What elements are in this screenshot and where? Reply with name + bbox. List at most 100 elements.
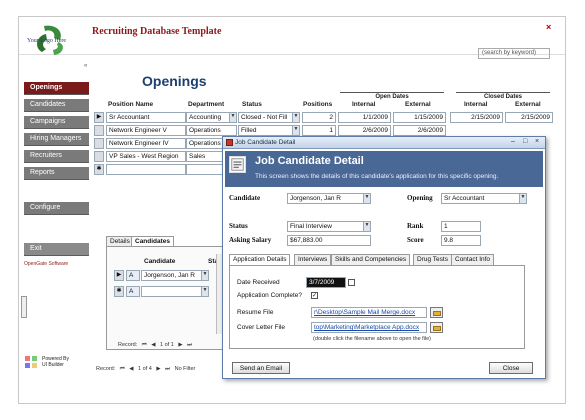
table-row-position[interactable]: Sr Accountant [106,112,186,123]
chevron-down-icon[interactable]: ▼ [519,194,526,203]
table-row-open-internal[interactable]: 1/1/2009 [338,112,391,123]
col-closed-internal: Internal [464,101,488,108]
table-row-status[interactable]: Filled [238,125,300,136]
chevron-down-icon[interactable]: ▼ [363,194,370,203]
dialog-titlebar[interactable]: Job Candidate Detail [223,137,545,149]
table-row-position[interactable]: Network Engineer IV [106,138,186,149]
app-close-icon[interactable]: × [546,22,551,32]
next-record-icon[interactable]: ▶ [156,366,160,372]
app-title: Recruiting Database Template [92,26,222,37]
sidebar-item-exit[interactable]: Exit [24,243,89,256]
chevron-down-icon[interactable]: ▼ [229,113,236,122]
minimize-icon[interactable]: – [511,138,515,145]
prev-record-icon[interactable]: ◀ [151,342,155,348]
status-field[interactable]: Final Interview [287,221,371,232]
last-record-icon[interactable]: ⏭ [187,342,192,348]
candidate-row-icon[interactable]: A [126,286,140,297]
table-row-positions[interactable]: 1 [302,125,336,136]
opengate-link[interactable]: OpenGate Software [24,261,68,267]
row-selector-current[interactable]: ▶ [94,112,104,123]
chevron-down-icon[interactable]: ▼ [292,113,299,122]
score-label: Score [407,236,424,244]
calendar-icon[interactable] [348,279,355,286]
opening-field[interactable]: Sr Accountant [441,193,527,204]
chevron-down-icon[interactable]: ▼ [292,126,299,135]
first-record-icon[interactable]: ⏮ [120,366,125,372]
last-record-icon[interactable]: ⏭ [165,366,170,372]
send-email-button[interactable]: Send an Email [232,362,290,374]
folder-icon[interactable] [430,307,443,318]
row-selector[interactable] [94,125,104,136]
table-row-closed-internal[interactable]: 2/15/2009 [450,112,503,123]
sub-row-selector-new[interactable]: ✱ [114,286,124,297]
close-button[interactable]: Close [489,362,533,374]
search-input[interactable]: (search by keyword) [478,48,550,59]
sidebar-item-candidates[interactable]: Candidates [24,99,89,112]
table-row-closed-external[interactable]: 2/15/2009 [505,112,553,123]
row-selector[interactable] [94,151,104,162]
chevron-down-icon[interactable]: ▼ [201,271,208,280]
tab-details[interactable]: Details [106,236,134,246]
table-row-open-internal[interactable]: 2/6/2009 [338,125,391,136]
folder-icon[interactable] [430,322,443,333]
asking-salary-field[interactable]: $67,883.00 [287,235,371,246]
table-row-position-new[interactable] [106,164,186,175]
tab-contact-info[interactable]: Contact Info [451,254,495,265]
score-field[interactable]: 9.8 [441,235,481,246]
tab-interviews[interactable]: Interviews [294,254,332,265]
cover-letter-label: Cover Letter File [237,324,286,331]
status-label: Status [229,222,248,230]
maximize-icon[interactable]: □ [523,138,527,145]
open-dates-header: Open Dates [340,92,444,100]
dialog-subtitle: This screen shows the details of this ca… [255,173,499,180]
rank-field[interactable]: 1 [441,221,481,232]
table-row-position[interactable]: VP Sales - West Region [106,151,186,162]
collapse-sidebar-icon[interactable]: « [84,63,87,69]
sidebar-item-campaigns[interactable]: Campaigns [24,116,89,129]
rank-label: Rank [407,222,424,230]
row-selector-new[interactable]: ✱ [94,164,104,175]
powered-line-2: UI Builder [42,362,64,368]
chevron-down-icon[interactable]: ▼ [201,287,208,296]
row-selector[interactable] [94,138,104,149]
sidebar-item-recruiters[interactable]: Recruiters [24,150,89,163]
date-received-field[interactable]: 3/7/2009 [306,277,346,288]
candidate-label: Candidate [229,194,261,202]
no-filter-label[interactable]: No Filter [175,366,196,372]
date-received-label: Date Received [237,279,280,286]
sub-row-selector[interactable]: ▶ [114,270,124,281]
sub-candidate-cell[interactable]: Jorgenson, Jan R [141,270,209,281]
tab-application-details[interactable]: Application Details [229,254,291,265]
resume-file-field[interactable]: r\Desktop\Sample Mail Merge.docx [311,307,427,318]
form-header-icon [229,156,246,173]
sub-candidate-cell-new[interactable] [141,286,209,297]
cover-letter-field[interactable]: top\Marketing\Marketplace App.docx [311,322,427,333]
prev-record-icon[interactable]: ◀ [129,366,133,372]
powered-by-text: Powered By UI Builder [42,356,69,368]
sidebar-item-reports[interactable]: Reports [24,167,89,180]
subform-record-nav[interactable]: Record: ⏮ ◀ 1 of 1 ▶ ⏭ [118,342,195,351]
candidate-field[interactable]: Jorgenson, Jan R [287,193,371,204]
chevron-down-icon[interactable]: ▼ [363,222,370,231]
close-icon[interactable]: × [535,138,539,145]
sidebar-item-hiring-managers[interactable]: Hiring Managers [24,133,89,146]
first-record-icon[interactable]: ⏮ [142,342,147,348]
tab-candidates[interactable]: Candidates [131,236,175,246]
main-record-nav[interactable]: Record: ⏮ ◀ 1 of 4 ▶ ⏭ No Filter [96,366,198,375]
table-row-status[interactable]: Closed - Not Fill [238,112,300,123]
application-complete-checkbox[interactable]: ✓ [311,292,318,299]
candidate-row-icon[interactable]: A [126,270,140,281]
side-scrollbar[interactable] [21,296,27,318]
table-row-open-external[interactable]: 1/15/2009 [393,112,446,123]
table-row-positions[interactable]: 2 [302,112,336,123]
sidebar-item-configure[interactable]: Configure [24,202,89,215]
tab-drug-tests[interactable]: Drug Tests [413,254,452,265]
table-row-open-external[interactable]: 2/6/2009 [393,125,446,136]
next-record-icon[interactable]: ▶ [178,342,182,348]
sidebar-item-openings[interactable]: Openings [24,82,89,95]
table-row-department[interactable]: Operations [186,125,237,136]
col-open-internal: Internal [352,101,376,108]
tab-skills-competencies[interactable]: Skills and Competencies [331,254,411,265]
powered-by-icon [25,356,37,368]
table-row-position[interactable]: Network Engineer V [106,125,186,136]
